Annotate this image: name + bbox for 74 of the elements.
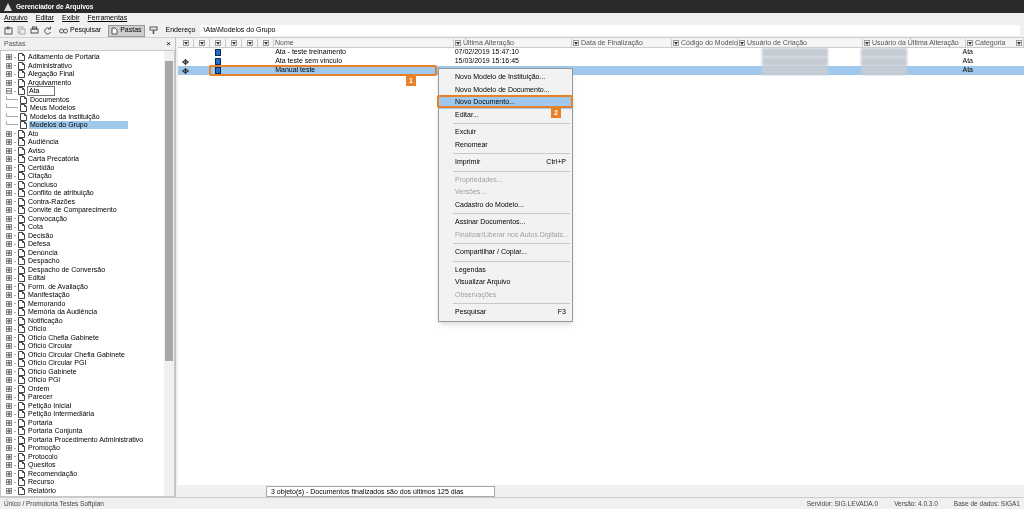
expander-icon[interactable] <box>6 385 12 392</box>
expander-icon[interactable] <box>6 309 12 316</box>
expander-icon[interactable] <box>6 351 12 358</box>
expander-icon[interactable] <box>6 326 12 333</box>
expander-icon[interactable] <box>6 147 12 154</box>
expander-icon[interactable] <box>6 198 12 205</box>
dropdown-icon[interactable] <box>230 40 237 46</box>
expander-icon[interactable] <box>6 130 12 137</box>
expander-icon[interactable] <box>6 266 12 273</box>
expander-icon[interactable] <box>6 232 12 239</box>
expander-icon[interactable] <box>6 283 12 290</box>
expander-icon[interactable] <box>6 207 12 214</box>
dropdown-icon[interactable] <box>246 40 253 46</box>
expander-icon[interactable] <box>6 181 12 188</box>
expander-icon[interactable] <box>6 215 12 222</box>
dropdown-icon[interactable] <box>673 40 679 46</box>
brush-icon[interactable] <box>148 26 158 35</box>
document-icon <box>111 26 119 35</box>
expander-icon[interactable] <box>6 360 12 367</box>
expander-icon[interactable] <box>6 479 12 486</box>
redacted-block <box>861 57 908 66</box>
expander-icon[interactable] <box>6 139 12 146</box>
dropdown-icon[interactable] <box>967 40 973 46</box>
expander-icon[interactable] <box>6 343 12 350</box>
expander-icon[interactable] <box>6 428 12 435</box>
redacted-block <box>861 66 908 75</box>
refresh-icon[interactable] <box>43 26 52 35</box>
expander-icon[interactable] <box>6 62 12 69</box>
dropdown-icon[interactable] <box>864 40 870 46</box>
expander-icon[interactable] <box>6 462 12 469</box>
expander-icon[interactable] <box>6 164 12 171</box>
expander-icon[interactable] <box>6 445 12 452</box>
redacted-block <box>762 57 829 66</box>
expander-icon[interactable] <box>6 54 12 61</box>
dropdown-icon[interactable] <box>739 40 745 46</box>
expander-icon[interactable] <box>6 368 12 375</box>
new-folder-icon[interactable] <box>4 26 13 35</box>
redacted-block <box>762 66 829 75</box>
dropdown-icon[interactable] <box>455 40 461 46</box>
expander-icon[interactable] <box>6 241 12 248</box>
expander-icon[interactable] <box>6 487 12 494</box>
expander-icon[interactable] <box>6 436 12 443</box>
expander-icon[interactable] <box>6 173 12 180</box>
close-button[interactable]: × <box>166 40 171 48</box>
expander-icon[interactable] <box>6 156 12 163</box>
expander-icon[interactable] <box>6 71 12 78</box>
expander-icon[interactable] <box>6 453 12 460</box>
dropdown-icon[interactable] <box>262 40 269 46</box>
expander-icon[interactable] <box>6 224 12 231</box>
expander-icon[interactable] <box>6 394 12 401</box>
dropdown-icon[interactable] <box>214 40 221 46</box>
expander-icon[interactable] <box>6 275 12 282</box>
expander-icon[interactable] <box>6 470 12 477</box>
expander-icon[interactable] <box>6 334 12 341</box>
scrollbar[interactable] <box>164 51 174 496</box>
app-icon <box>4 2 12 11</box>
dropdown-icon[interactable] <box>1016 40 1022 46</box>
expander-icon[interactable] <box>6 300 12 307</box>
expander-icon[interactable] <box>6 88 12 95</box>
binoculars-icon <box>59 27 68 34</box>
expander-icon[interactable] <box>6 402 12 409</box>
expander-icon[interactable] <box>6 258 12 265</box>
dropdown-icon[interactable] <box>198 40 205 46</box>
expander-icon[interactable] <box>6 79 12 86</box>
expander-icon[interactable] <box>6 317 12 324</box>
expander-icon[interactable] <box>6 377 12 384</box>
expander-icon[interactable] <box>6 292 12 299</box>
expander-icon[interactable] <box>6 419 12 426</box>
expander-icon[interactable] <box>6 411 12 418</box>
expander-icon[interactable] <box>6 190 12 197</box>
print-icon[interactable] <box>30 26 39 35</box>
dropdown-icon[interactable] <box>182 40 189 46</box>
dropdown-icon[interactable] <box>573 40 579 46</box>
expander-icon[interactable] <box>6 249 12 256</box>
